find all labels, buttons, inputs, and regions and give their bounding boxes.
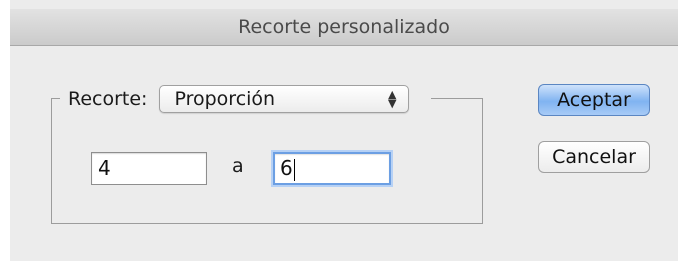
crop-mode-value: Proporción (174, 88, 276, 110)
crop-group-header: Recorte: Proporción ▲ ▼ (60, 82, 432, 116)
up-down-chevron-icon: ▲ ▼ (388, 88, 397, 110)
accept-button[interactable]: Aceptar (538, 84, 650, 116)
ratio-width-input[interactable]: 4 (91, 152, 207, 185)
ratio-separator: a (232, 155, 244, 177)
ratio-width-value: 4 (98, 156, 111, 180)
text-caret (293, 158, 295, 181)
header-gap (409, 99, 423, 100)
crop-dialog: Recorte personalizado Recorte: Proporció… (10, 0, 678, 261)
crop-mode-popup[interactable]: Proporción ▲ ▼ (159, 85, 410, 113)
dialog-title: Recorte personalizado (10, 9, 678, 46)
crop-label: Recorte: (68, 88, 148, 110)
cancel-button[interactable]: Cancelar (538, 141, 650, 173)
ratio-height-input[interactable]: 6 (273, 152, 391, 185)
ratio-height-value: 6 (280, 156, 293, 180)
